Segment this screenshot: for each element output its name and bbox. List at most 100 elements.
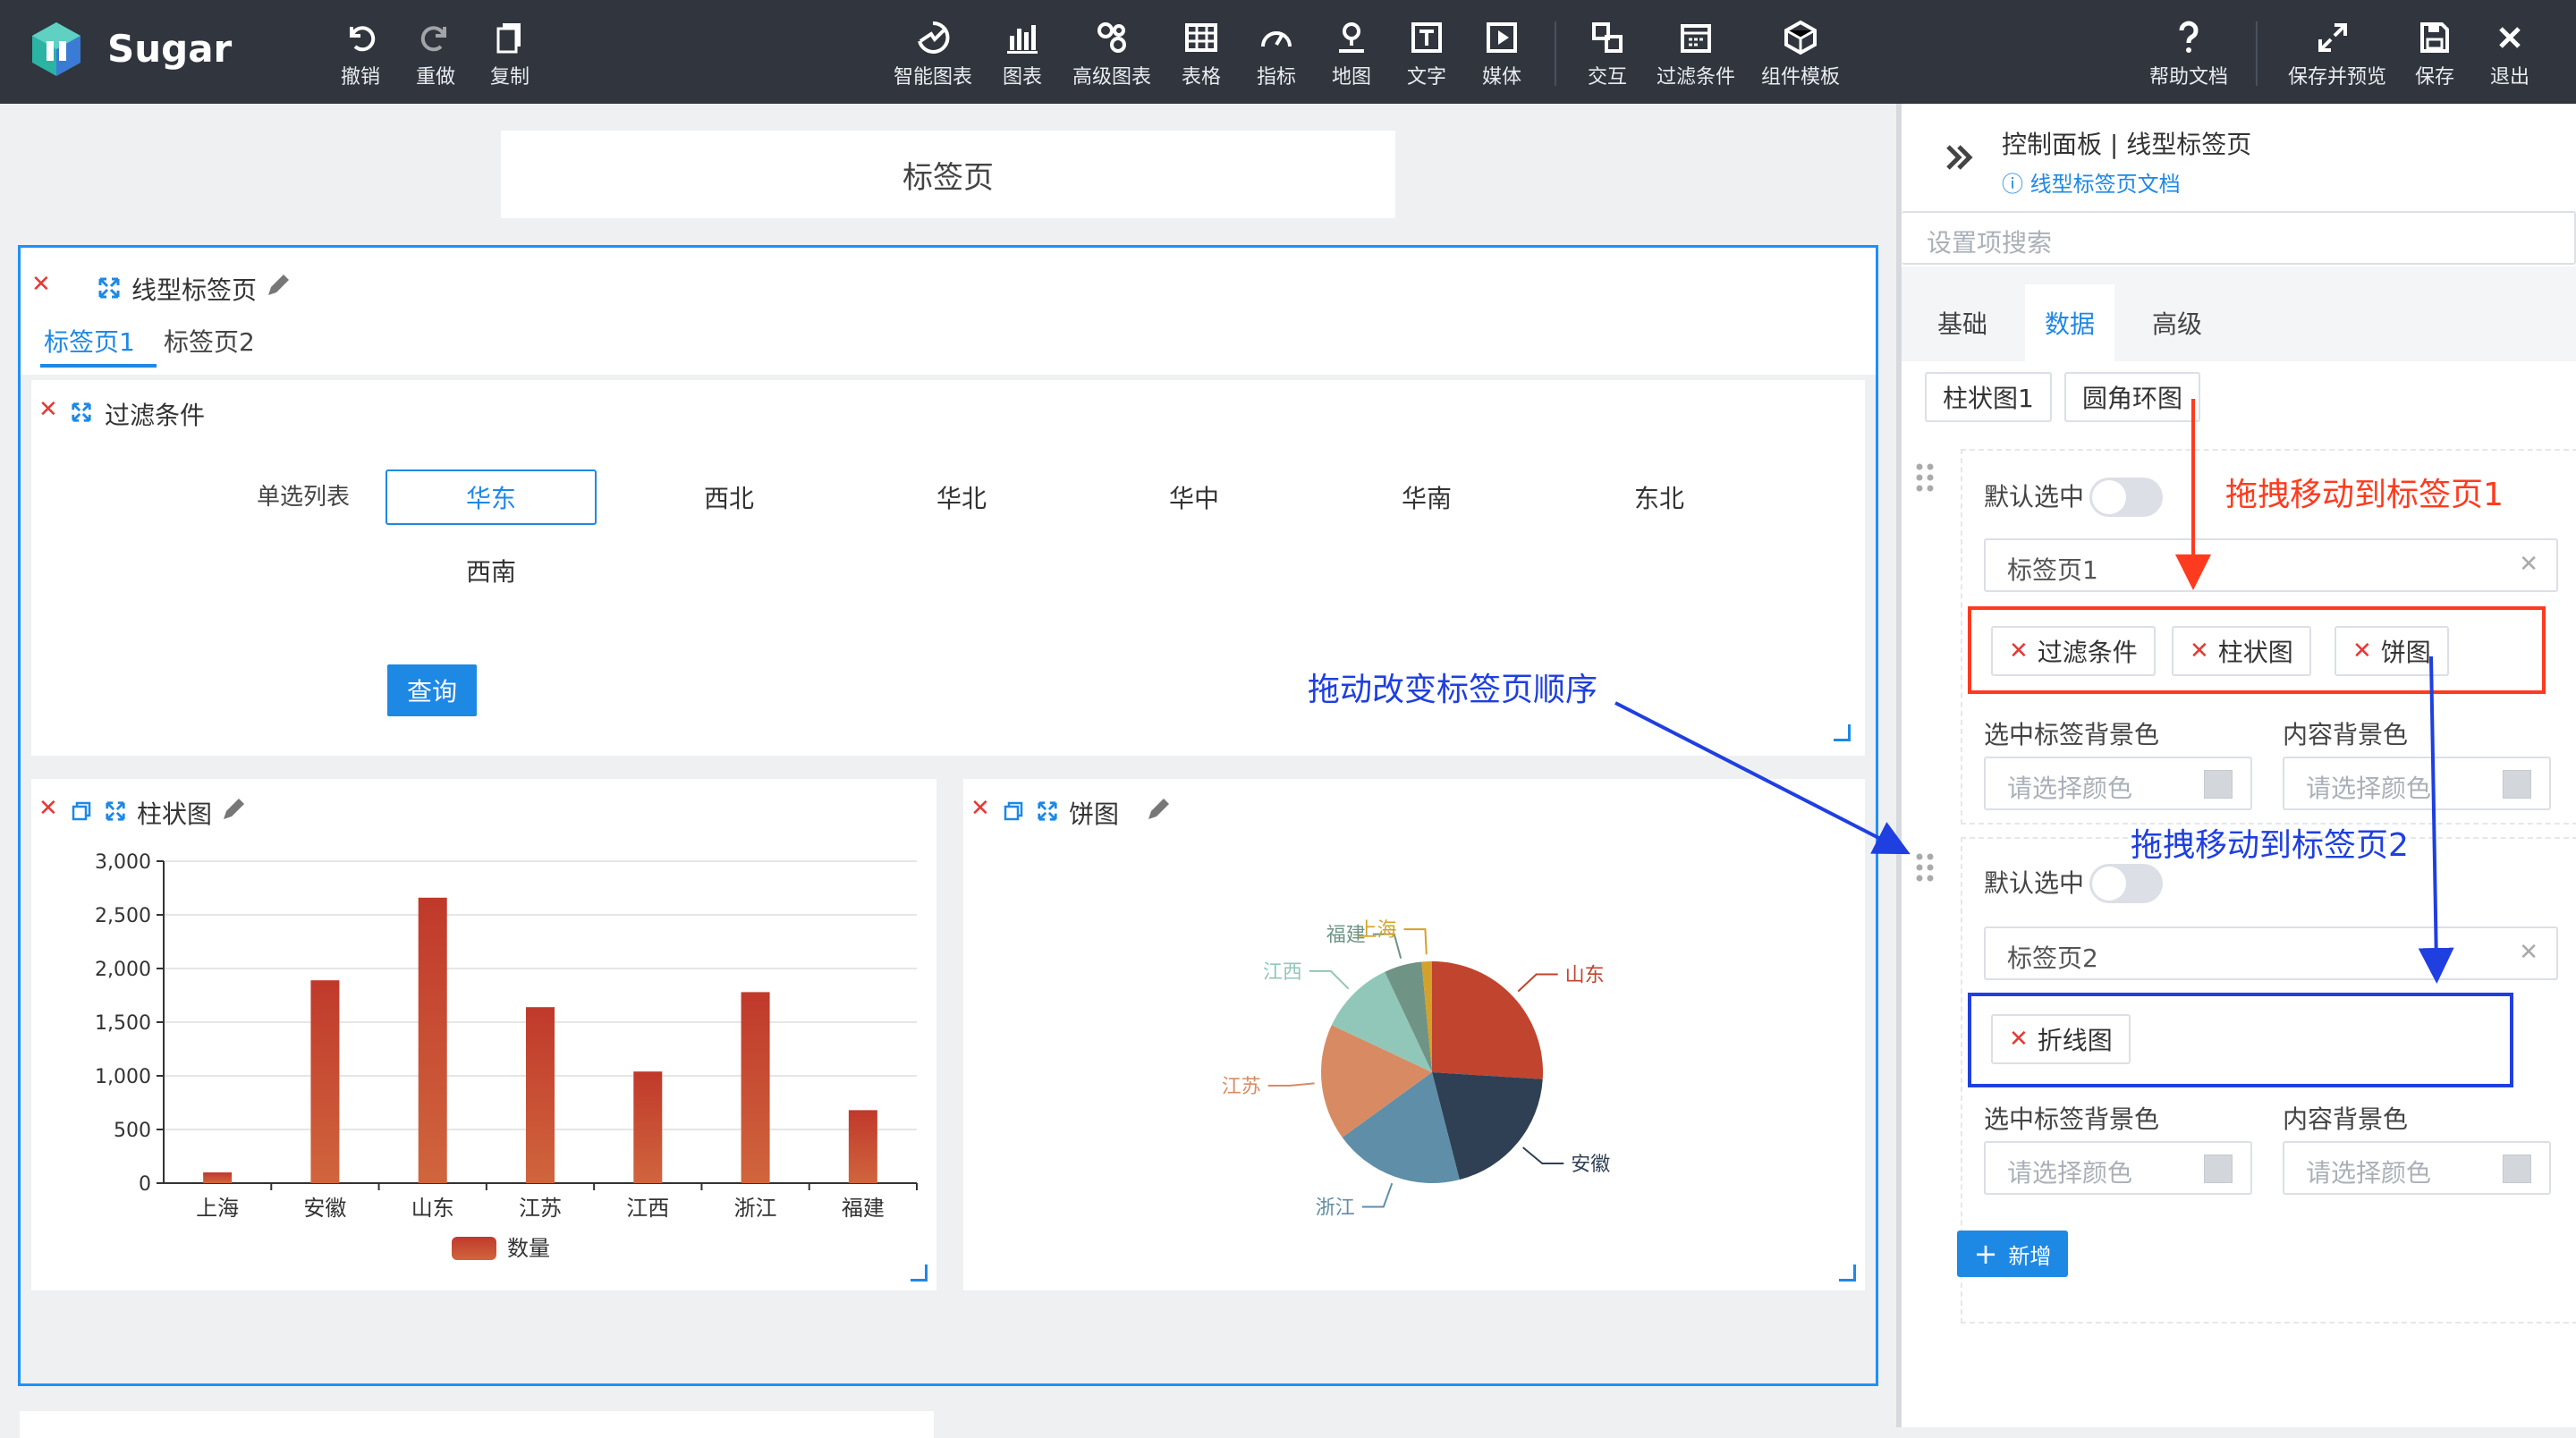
tab-name-input[interactable]: 标签页2 ✕ bbox=[1984, 926, 2558, 980]
copy-button[interactable]: 复制 bbox=[465, 13, 555, 93]
text-icon bbox=[1411, 22, 1442, 53]
active-tab-indicator bbox=[40, 364, 157, 368]
edit-pencil-icon[interactable] bbox=[264, 273, 291, 300]
bar-chart: 0 500 1,000 1,500 2,000 2,500 3,000 上海 安徽 山东 江苏 江西 浙… bbox=[95, 851, 918, 1261]
help-icon bbox=[2179, 21, 2199, 53]
toolbar-divider bbox=[2256, 21, 2258, 86]
collapse-panel-icon[interactable] bbox=[1941, 140, 1977, 175]
drag-handle-icon[interactable] bbox=[1914, 851, 1936, 884]
highlight-box-red bbox=[1968, 606, 2546, 694]
panel-tab-basic[interactable]: 基础 bbox=[1918, 284, 2007, 361]
filter-button[interactable]: 过滤条件 bbox=[1651, 13, 1741, 93]
y-tick-label: 2,000 bbox=[95, 959, 151, 981]
bar-chart-widget[interactable]: ✕ 柱状图 0 500 1,000 1,500 2,000 2,500 3,000 上海 安徽山… bbox=[31, 779, 936, 1290]
color-swatch bbox=[2204, 770, 2233, 799]
clear-icon[interactable]: ✕ bbox=[2519, 551, 2538, 578]
pie-chart: 山东安徽浙江江苏江西福建上海 bbox=[1222, 919, 1611, 1219]
tab-2[interactable]: 标签页2 bbox=[164, 323, 255, 359]
help-circle-icon: ⓘ bbox=[2002, 172, 2023, 197]
gauge-icon bbox=[1261, 31, 1292, 47]
delete-widget-icon[interactable]: ✕ bbox=[31, 271, 51, 298]
bar bbox=[633, 1071, 663, 1183]
source-chip[interactable]: 柱状图1 bbox=[1925, 372, 2052, 422]
bar bbox=[741, 992, 770, 1183]
filter-option[interactable]: 华北 bbox=[856, 469, 1067, 525]
component-chip[interactable]: ✕ 折线图 bbox=[1991, 1014, 2131, 1064]
resize-handle[interactable] bbox=[1839, 1265, 1856, 1282]
settings-search-input[interactable]: 设置项搜索 bbox=[1902, 211, 2576, 265]
pie-label: 江西 bbox=[1263, 961, 1302, 984]
query-button[interactable]: 查询 bbox=[387, 664, 477, 716]
filter-option-selected[interactable]: 华东 bbox=[386, 469, 597, 525]
annotation-reorder: 拖动改变标签页顺序 bbox=[1308, 672, 1598, 708]
resize-handle[interactable] bbox=[1834, 724, 1851, 741]
pie-leader-line bbox=[1522, 1146, 1564, 1164]
chart-button[interactable]: 图表 bbox=[978, 13, 1067, 93]
doc-link[interactable]: ⓘ 线型标签页文档 bbox=[2002, 166, 2181, 198]
undo-icon bbox=[350, 26, 376, 52]
y-tick-label: 1,500 bbox=[95, 1012, 151, 1035]
add-tab-button[interactable]: + 新增 bbox=[1957, 1231, 2068, 1277]
next-widget-stub bbox=[20, 1411, 934, 1438]
close-icon bbox=[2499, 27, 2521, 48]
pie-chart-widget[interactable]: ✕ 饼图 山东 安徽 浙江 江苏 江西 福建 上海 bbox=[963, 779, 1865, 1290]
panel-tab-advanced[interactable]: 高级 bbox=[2132, 284, 2222, 361]
content-bg-color-picker[interactable]: 请选择颜色 bbox=[2283, 1141, 2551, 1195]
top-toolbar: Sugar 撤销 重做 复制 智能图表 图表 高级图表 表格 指标 地图 文字 bbox=[0, 0, 2576, 104]
panel-tab-data[interactable]: 数据 bbox=[2025, 284, 2114, 361]
filter-option[interactable]: 西北 bbox=[623, 469, 835, 525]
sugar-logo-icon bbox=[32, 22, 80, 76]
filter-option[interactable]: 东北 bbox=[1554, 469, 1765, 525]
expand-icon bbox=[2318, 23, 2347, 52]
smart-chart-button[interactable]: 智能图表 bbox=[888, 13, 978, 93]
interaction-icon bbox=[1592, 22, 1623, 53]
pie-leader-line bbox=[1517, 973, 1558, 993]
y-tick-label: 2,500 bbox=[95, 905, 151, 927]
remove-icon[interactable]: ✕ bbox=[2009, 1026, 2029, 1053]
pie-leader-line bbox=[1361, 1182, 1394, 1208]
y-tick-label: 500 bbox=[114, 1120, 151, 1142]
pie-leader-line bbox=[1403, 928, 1428, 955]
default-selected-toggle[interactable] bbox=[2089, 864, 2163, 903]
tabs-widget[interactable]: ✕ 线型标签页 标签页1 标签页2 ✕ 过滤条件 单选列表 华东 西北 华北 华… bbox=[18, 245, 1878, 1386]
help-doc-button[interactable]: 帮助文档 bbox=[2144, 13, 2233, 93]
tab-name-input[interactable]: 标签页1 ✕ bbox=[1984, 538, 2558, 592]
expand-arrows-icon[interactable] bbox=[97, 276, 121, 300]
bar bbox=[418, 897, 447, 1183]
component-template-button[interactable]: 组件模板 bbox=[1756, 13, 1845, 93]
advanced-chart-button[interactable]: 高级图表 bbox=[1067, 13, 1157, 93]
x-tick-label: 山东 bbox=[411, 1196, 454, 1221]
default-selected-label: 默认选中 bbox=[1984, 868, 2085, 898]
bar bbox=[526, 1007, 555, 1183]
drag-handle-icon[interactable] bbox=[1914, 461, 1936, 494]
media-play-icon bbox=[1487, 22, 1517, 53]
clear-icon[interactable]: ✕ bbox=[2519, 939, 2538, 966]
selected-bg-label: 选中标签背景色 bbox=[1984, 1104, 2160, 1134]
filter-widget-title: 过滤条件 bbox=[105, 401, 206, 430]
design-canvas: 标签页 ✕ 线型标签页 标签页1 标签页2 ✕ 过滤条件 单选列表 华东 西北 … bbox=[0, 104, 1896, 1438]
component-template-icon bbox=[1784, 20, 1817, 55]
y-tick-label: 0 bbox=[139, 1173, 151, 1196]
tab-1[interactable]: 标签页1 bbox=[44, 323, 135, 359]
resize-handle[interactable] bbox=[911, 1265, 928, 1282]
copy-icon bbox=[496, 23, 521, 54]
filter-label: 单选列表 bbox=[257, 484, 351, 511]
expand-arrows-icon[interactable] bbox=[71, 402, 92, 423]
selected-bg-color-picker[interactable]: 请选择颜色 bbox=[1984, 1141, 2252, 1195]
annotation-move-tab1: 拖拽移动到标签页1 bbox=[2225, 477, 2504, 513]
source-chip[interactable]: 圆角环图 bbox=[2064, 372, 2201, 422]
save-preview-button[interactable]: 保存并预览 bbox=[2288, 13, 2386, 93]
delete-widget-icon[interactable]: ✕ bbox=[38, 396, 58, 423]
filter-option[interactable]: 华南 bbox=[1321, 469, 1532, 525]
exit-button[interactable]: 退出 bbox=[2465, 13, 2555, 93]
media-button[interactable]: 媒体 bbox=[1457, 13, 1546, 93]
filter-option[interactable]: 华中 bbox=[1089, 469, 1300, 525]
default-selected-toggle[interactable] bbox=[2089, 478, 2163, 517]
x-tick-label: 江西 bbox=[626, 1196, 669, 1221]
selected-bg-color-picker[interactable]: 请选择颜色 bbox=[1984, 757, 2252, 810]
page-title[interactable]: 标签页 bbox=[501, 131, 1395, 218]
pie-label: 安徽 bbox=[1571, 1154, 1610, 1176]
filter-option[interactable]: 西南 bbox=[386, 543, 597, 598]
content-bg-color-picker[interactable]: 请选择颜色 bbox=[2283, 757, 2551, 810]
interaction-button[interactable]: 交互 bbox=[1563, 13, 1652, 93]
